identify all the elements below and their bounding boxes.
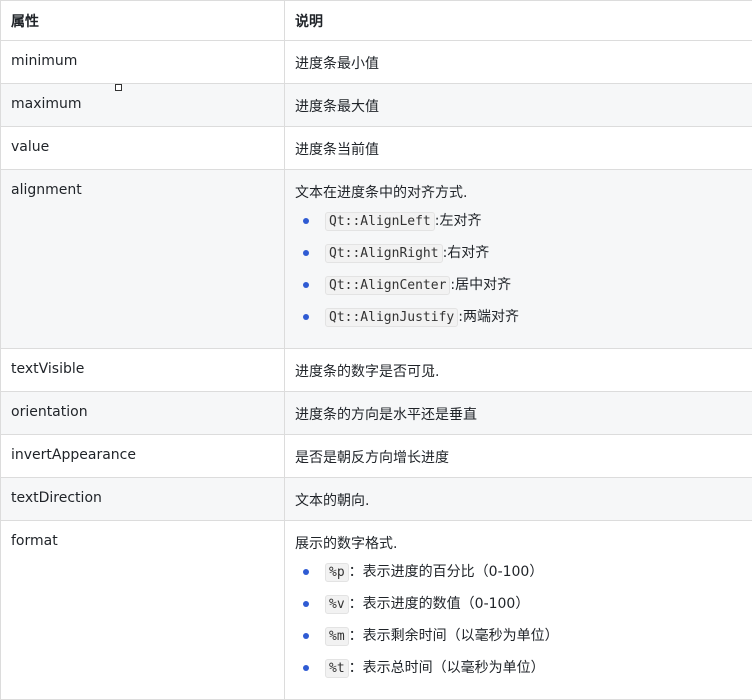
format-options-list: %p：表示进度的百分比（0-100） %v：表示进度的数值（0-100） %m：… (295, 561, 742, 689)
table-row: minimum 进度条最小值 (1, 41, 752, 84)
description-text: 文本在进度条中的对齐方式. (295, 182, 742, 202)
property-cell: maximum (1, 84, 285, 127)
list-item: %t：表示总时间（以毫秒为单位） (303, 657, 742, 689)
list-item: Qt::AlignJustify:两端对齐 (303, 306, 742, 338)
description-cell: 进度条最大值 (285, 84, 752, 127)
property-cell: textDirection (1, 478, 285, 521)
description-cell: 进度条的方向是水平还是垂直 (285, 392, 752, 435)
property-cell: orientation (1, 392, 285, 435)
description-cell: 进度条最小值 (285, 41, 752, 84)
code-span: %p (325, 563, 349, 582)
item-text: :两端对齐 (458, 309, 519, 325)
code-span: Qt::AlignRight (325, 244, 443, 263)
table-header-row: 属性 说明 (1, 1, 752, 41)
list-item: Qt::AlignRight:右对齐 (303, 242, 742, 274)
description-cell: 是否是朝反方向增长进度 (285, 435, 752, 478)
item-text: :居中对齐 (450, 277, 511, 293)
property-cell: alignment (1, 170, 285, 349)
header-property: 属性 (1, 1, 285, 41)
table-row: invertAppearance 是否是朝反方向增长进度 (1, 435, 752, 478)
selection-handle-icon (115, 84, 122, 91)
description-cell: 文本的朝向. (285, 478, 752, 521)
list-item: Qt::AlignCenter:居中对齐 (303, 274, 742, 306)
description-cell: 进度条的数字是否可见. (285, 349, 752, 392)
table-row: format 展示的数字格式. %p：表示进度的百分比（0-100） %v：表示… (1, 521, 752, 700)
bullet-icon (303, 250, 309, 256)
bullet-icon (303, 569, 309, 575)
code-span: %m (325, 627, 349, 646)
item-text: :右对齐 (443, 245, 490, 261)
item-text: ：表示进度的数值（0-100） (349, 596, 530, 612)
description-cell: 进度条当前值 (285, 127, 752, 170)
list-item: %p：表示进度的百分比（0-100） (303, 561, 742, 593)
list-item: Qt::AlignLeft:左对齐 (303, 210, 742, 242)
table-row: value 进度条当前值 (1, 127, 752, 170)
properties-table: 属性 说明 minimum 进度条最小值 maximum 进度条最大值 valu… (0, 0, 752, 700)
code-span: Qt::AlignCenter (325, 276, 450, 295)
code-span: %v (325, 595, 349, 614)
bullet-icon (303, 601, 309, 607)
bullet-icon (303, 665, 309, 671)
table-row: textVisible 进度条的数字是否可见. (1, 349, 752, 392)
code-span: %t (325, 659, 349, 678)
property-cell: minimum (1, 41, 285, 84)
bullet-icon (303, 314, 309, 320)
description-text: 展示的数字格式. (295, 533, 742, 553)
table-row: maximum 进度条最大值 (1, 84, 752, 127)
code-span: Qt::AlignJustify (325, 308, 458, 327)
bullet-icon (303, 218, 309, 224)
list-item: %v：表示进度的数值（0-100） (303, 593, 742, 625)
code-span: Qt::AlignLeft (325, 212, 435, 231)
text-cursor-icon: I (428, 366, 435, 380)
bullet-icon (303, 633, 309, 639)
header-description: 说明 (285, 1, 752, 41)
item-text: :左对齐 (435, 213, 482, 229)
property-cell: format (1, 521, 285, 700)
property-cell: textVisible (1, 349, 285, 392)
description-cell: 文本在进度条中的对齐方式. Qt::AlignLeft:左对齐 Qt::Alig… (285, 170, 752, 349)
description-cell: 展示的数字格式. %p：表示进度的百分比（0-100） %v：表示进度的数值（0… (285, 521, 752, 700)
list-item: %m：表示剩余时间（以毫秒为单位） (303, 625, 742, 657)
table-row: orientation 进度条的方向是水平还是垂直 (1, 392, 752, 435)
alignment-options-list: Qt::AlignLeft:左对齐 Qt::AlignRight:右对齐 Qt:… (295, 210, 742, 338)
property-cell: value (1, 127, 285, 170)
property-cell: invertAppearance (1, 435, 285, 478)
item-text: ：表示剩余时间（以毫秒为单位） (349, 628, 559, 644)
table-row: textDirection 文本的朝向. (1, 478, 752, 521)
item-text: ：表示总时间（以毫秒为单位） (349, 660, 545, 676)
item-text: ：表示进度的百分比（0-100） (349, 564, 544, 580)
table-row: alignment 文本在进度条中的对齐方式. Qt::AlignLeft:左对… (1, 170, 752, 349)
bullet-icon (303, 282, 309, 288)
